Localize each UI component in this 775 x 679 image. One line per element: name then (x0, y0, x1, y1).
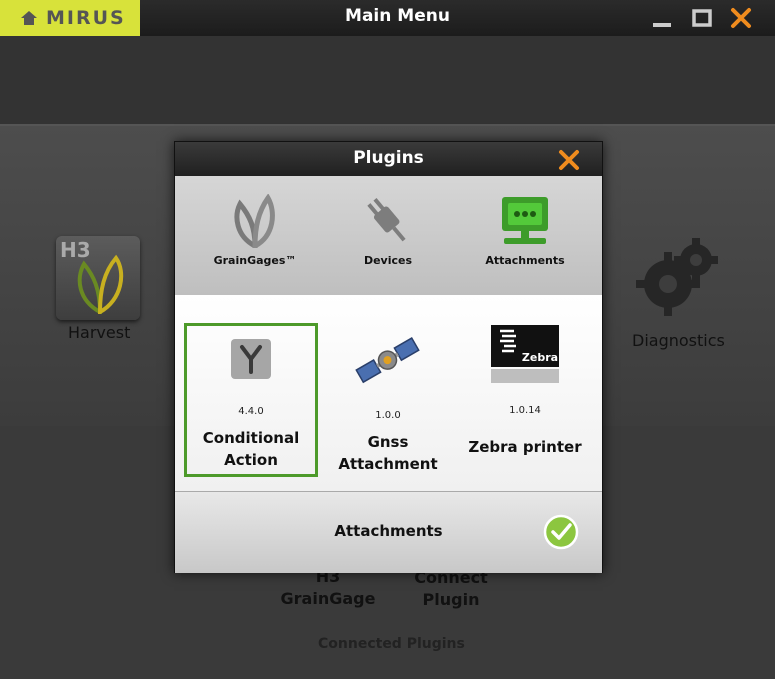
satellite-icon (355, 337, 420, 384)
plugin-zebra-printer[interactable]: Zebra 1.0.14 Zebra printer (458, 323, 592, 477)
harvest-label[interactable]: Harvest (68, 323, 130, 342)
zebra-logo-icon: Zebra (491, 325, 559, 383)
footer-category-label: Attachments (334, 522, 443, 540)
confirm-check-icon[interactable] (543, 514, 579, 550)
plugin-name-line1: Conditional (202, 429, 300, 447)
diagnostics-gear-icon[interactable] (628, 234, 720, 324)
category-devices[interactable]: Devices (328, 194, 448, 267)
connect-plugin-label[interactable]: Connect Plugin (408, 567, 494, 611)
zebra-logo-text: Zebra (522, 351, 558, 364)
dialog-footer: Attachments (175, 491, 602, 573)
category-label: Devices (363, 254, 413, 267)
conditional-branch-icon (231, 339, 271, 379)
plugin-name-line1: Zebra printer (468, 438, 582, 456)
minimize-icon[interactable] (650, 6, 674, 30)
plugins-dialog: Plugins GrainGages™ Devices Attachments … (174, 141, 603, 573)
plugin-version: 1.0.14 (509, 405, 541, 416)
dialog-close-icon[interactable] (558, 149, 580, 171)
harvest-tile[interactable]: H3 (56, 236, 140, 320)
title-bar: MIRUS Main Menu (0, 0, 775, 36)
plugins-dialog-title: Plugins (353, 148, 424, 168)
plugins-dialog-header: Plugins (175, 142, 602, 176)
plugin-gnss-attachment[interactable]: 1.0.0 Gnss Attachment (321, 323, 455, 477)
plug-icon (367, 197, 406, 242)
category-graingages[interactable]: GrainGages™ (195, 194, 315, 267)
plugin-name-line1: Gnss (367, 433, 409, 451)
plugin-list: 4.4.0 Conditional Action 1.0.0 Gnss Atta… (175, 295, 602, 491)
category-row: GrainGages™ Devices Attachments (175, 176, 602, 296)
graingage-label-line2: GrainGage (280, 589, 376, 608)
category-label: GrainGages™ (213, 254, 297, 267)
maximize-icon[interactable] (690, 6, 714, 30)
background-top (0, 36, 775, 124)
connected-plugins-label[interactable]: Connected Plugins (318, 636, 465, 652)
category-attachments[interactable]: Attachments (465, 194, 585, 267)
plugin-version: 4.4.0 (238, 406, 264, 417)
plugin-version: 1.0.0 (375, 410, 401, 421)
attachment-icon (502, 197, 548, 244)
close-icon[interactable] (729, 6, 753, 30)
plugin-conditional-action[interactable]: 4.4.0 Conditional Action (184, 323, 318, 477)
harvest-leaf-icon (77, 254, 124, 314)
plugin-name-line2: Attachment (338, 455, 438, 473)
plugin-name-line2: Action (224, 451, 278, 469)
connect-plugin-line2: Plugin (422, 590, 480, 609)
leaf-icon (234, 194, 275, 248)
category-label: Attachments (485, 254, 565, 267)
diagnostics-label[interactable]: Diagnostics (632, 331, 725, 350)
